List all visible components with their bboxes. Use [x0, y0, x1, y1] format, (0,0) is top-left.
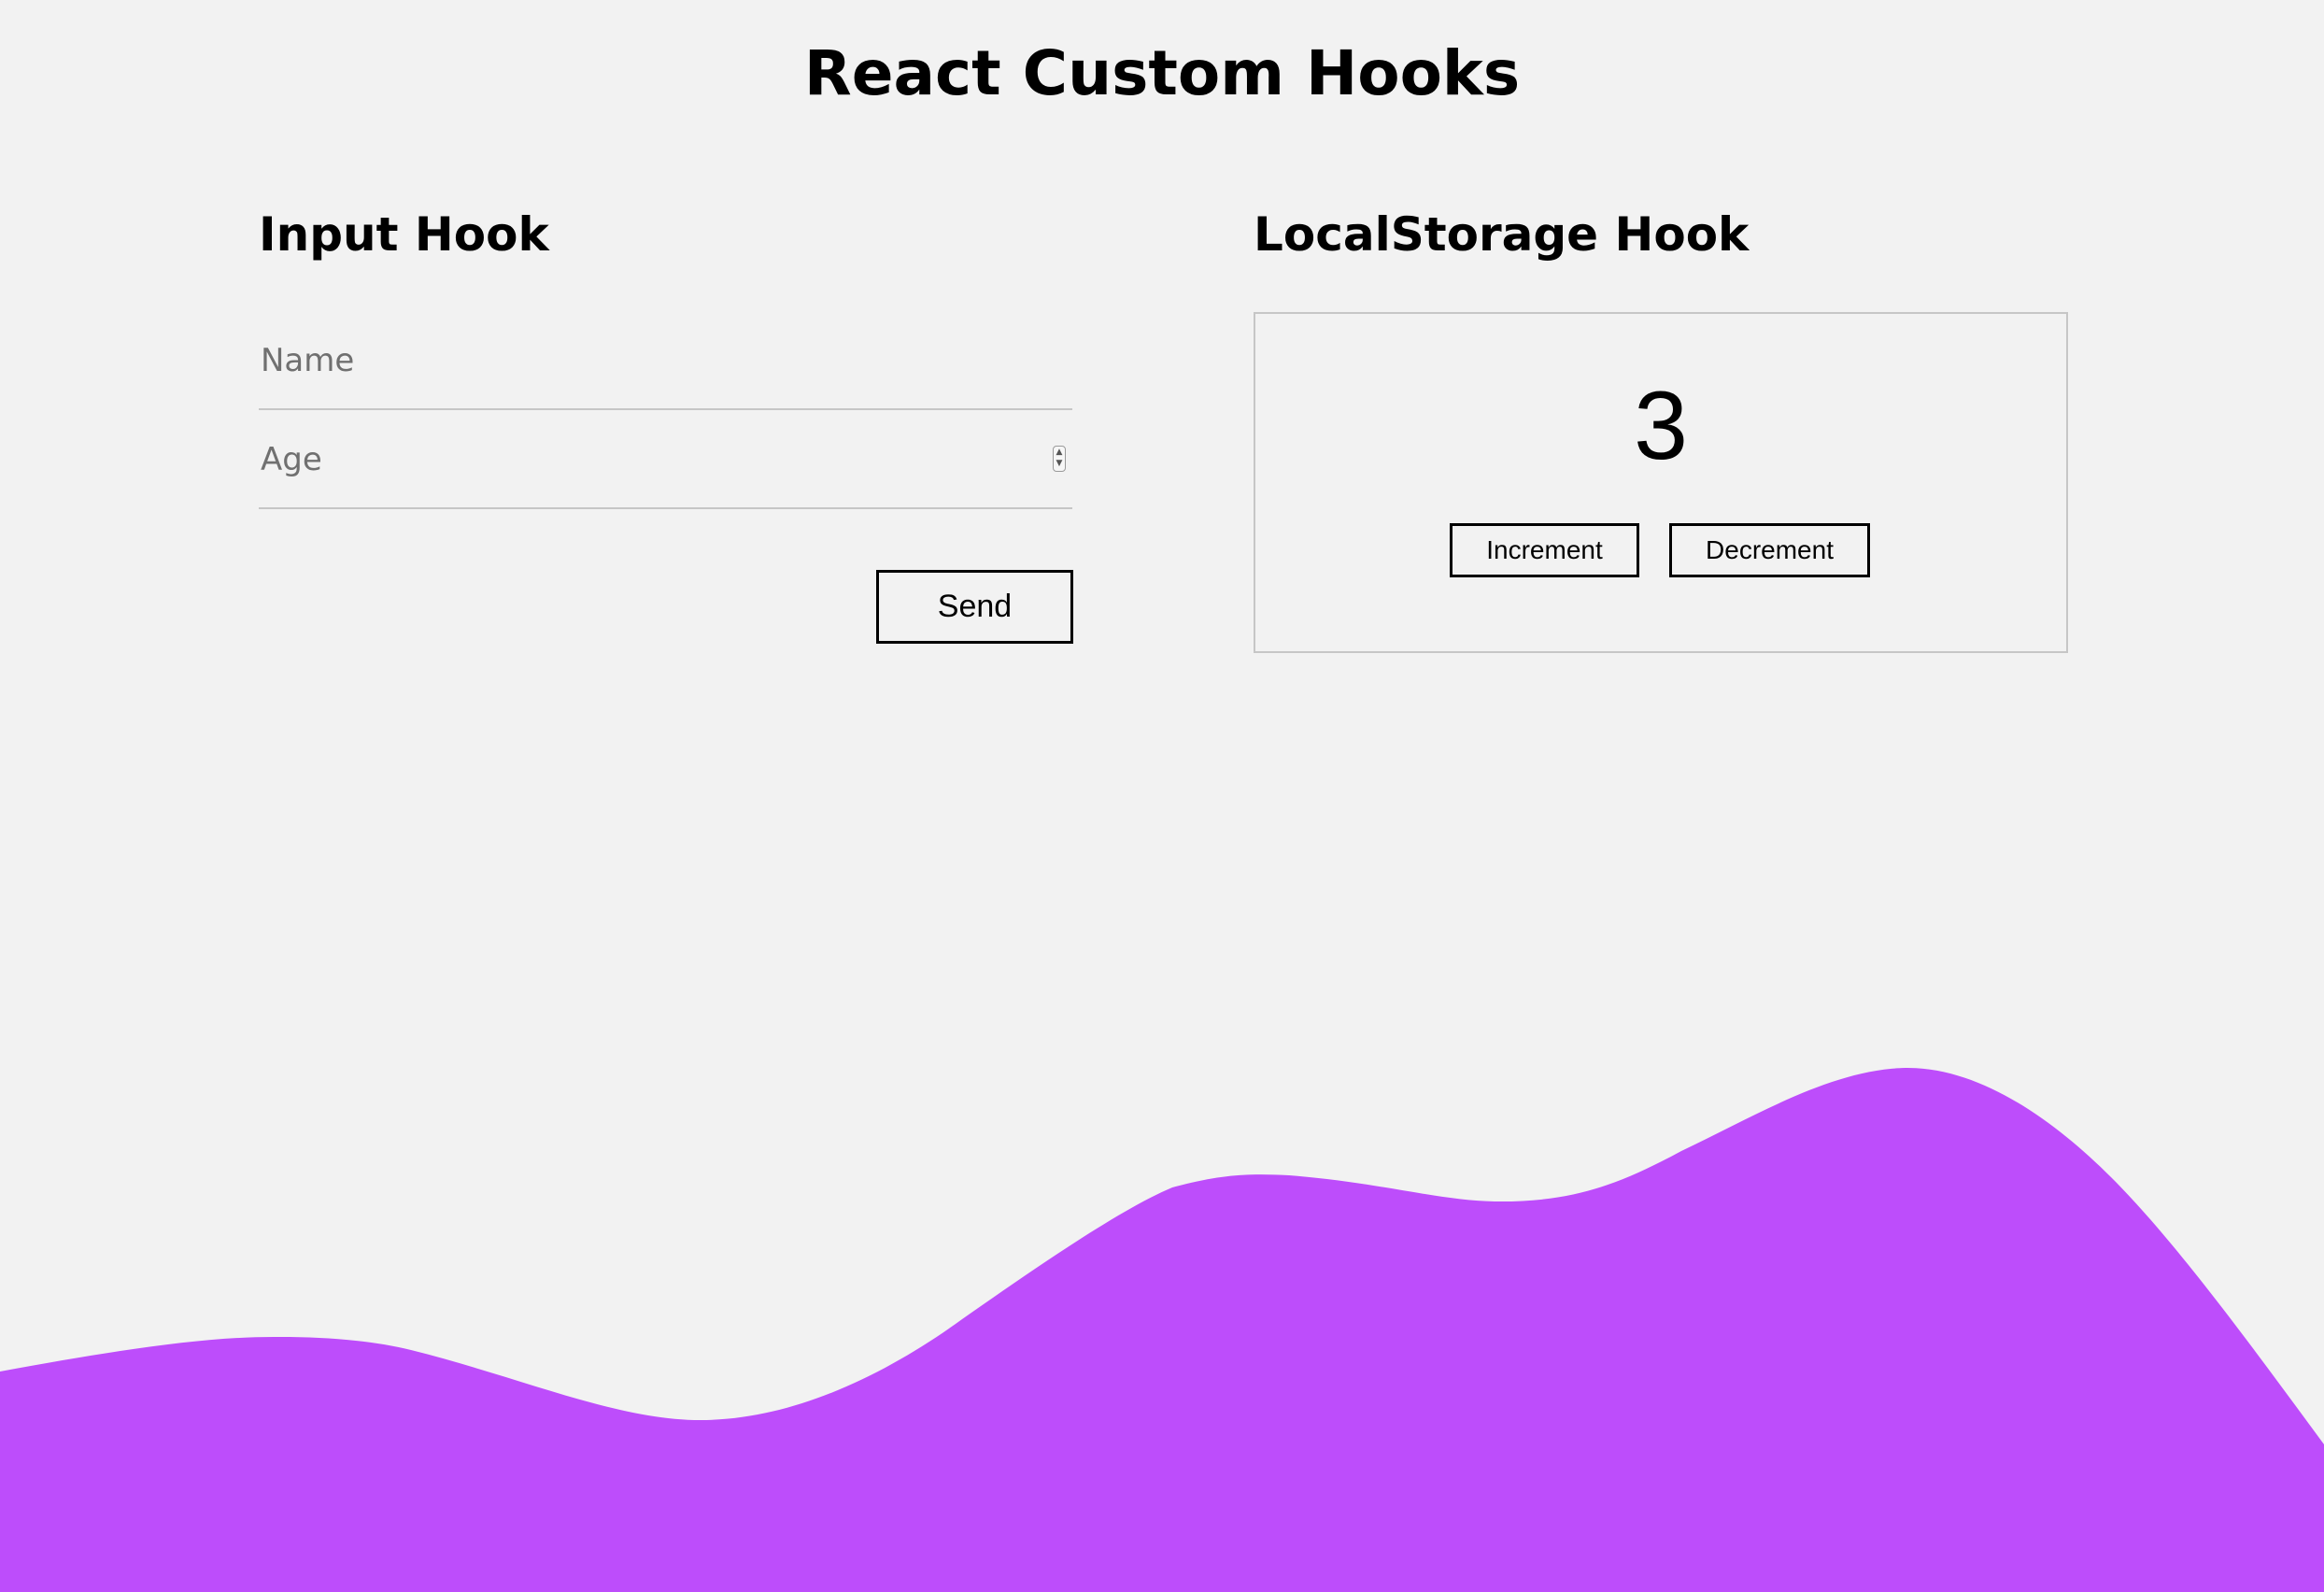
input-hook-heading: Input Hook: [259, 207, 549, 262]
decrement-button[interactable]: Decrement: [1669, 523, 1870, 577]
wave-shape: [0, 1067, 2324, 1592]
increment-button[interactable]: Increment: [1450, 523, 1639, 577]
age-input[interactable]: [259, 412, 1072, 509]
counter-value: 3: [1634, 372, 1688, 480]
number-spinner-icon[interactable]: ▲ ▼: [1053, 446, 1066, 472]
name-input[interactable]: [259, 313, 1072, 410]
page-title: React Custom Hooks: [803, 37, 1521, 109]
localstorage-hook-heading: LocalStorage Hook: [1254, 207, 1750, 262]
send-button[interactable]: Send: [876, 570, 1073, 644]
counter-panel: 3: [1254, 312, 2068, 653]
